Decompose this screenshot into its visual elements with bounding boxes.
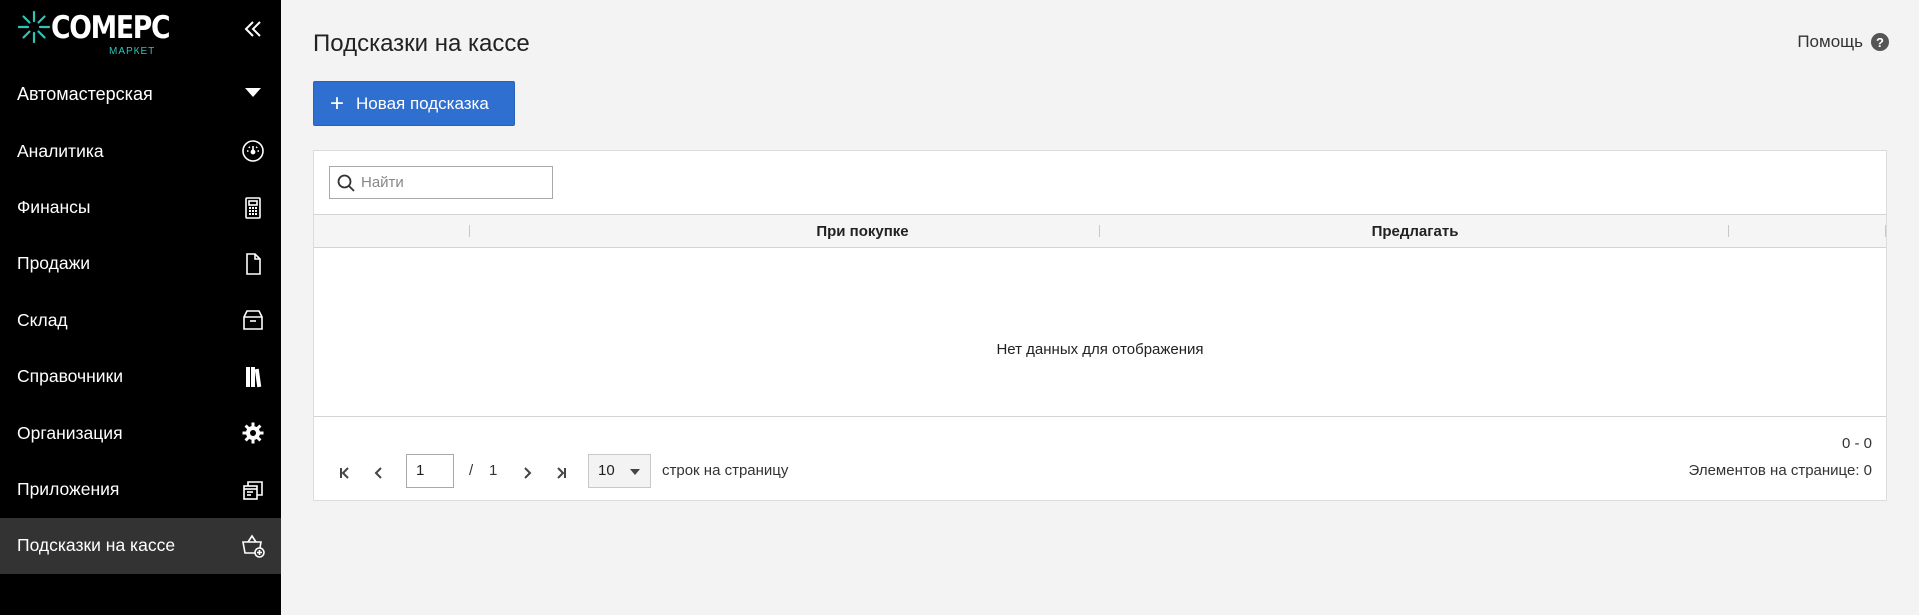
- main-content: Подсказки на кассе Помощь ? + Новая подс…: [281, 0, 1919, 615]
- column-separator[interactable]: [1885, 225, 1886, 237]
- new-hint-button-label: Новая подсказка: [356, 93, 489, 113]
- page-size-select[interactable]: 10: [588, 454, 651, 488]
- calculator-icon: [238, 193, 268, 223]
- sidebar-item-checkout-hints[interactable]: Подсказки на кассе: [0, 517, 281, 575]
- search-box[interactable]: [329, 166, 553, 199]
- page-size-label: строк на страницу: [662, 462, 789, 479]
- sidebar-item-label: Подсказки на кассе: [17, 535, 176, 556]
- double-chevron-left-icon: [244, 21, 261, 37]
- sidebar-item-label: Аналитика: [17, 140, 104, 161]
- search-input[interactable]: [361, 174, 541, 191]
- search-icon: [337, 174, 355, 192]
- sidebar-item-sales[interactable]: Продажи: [0, 236, 281, 292]
- caret-down-icon: [245, 88, 261, 97]
- last-page-icon: [557, 467, 566, 479]
- sidebar-item-label: Справочники: [17, 366, 124, 387]
- sidebar-item-warehouse[interactable]: Склад: [0, 292, 281, 348]
- previous-page-button[interactable]: [367, 461, 391, 485]
- next-page-button[interactable]: [515, 461, 539, 485]
- sidebar-nav: Аналитика Финансы Продажи Склад Справочн…: [0, 123, 281, 575]
- document-icon: [238, 249, 268, 279]
- gear-icon: [238, 418, 268, 448]
- items-per-page-info: Элементов на странице: 0: [1688, 462, 1872, 479]
- brand-name: COMEPC: [51, 10, 171, 46]
- brand-logo[interactable]: COMEPC МАРКЕТ: [17, 8, 217, 57]
- organization-name: Автомастерская: [17, 83, 153, 104]
- column-header-offer[interactable]: Предлагать: [1100, 215, 1730, 248]
- question-icon: ?: [1871, 33, 1889, 51]
- grid-header: При покупке Предлагать: [314, 214, 1886, 248]
- sidebar: COMEPC МАРКЕТ Автомастерская Аналитика Ф…: [0, 0, 281, 615]
- first-page-button[interactable]: [333, 461, 357, 485]
- new-hint-button[interactable]: + Новая подсказка: [313, 81, 515, 126]
- help-label: Помощь: [1797, 32, 1863, 51]
- pager: 1 / 1 10 строк на страницу 0 - 0 Элемент…: [314, 416, 1886, 501]
- total-pages: 1: [489, 462, 498, 479]
- last-page-button[interactable]: [549, 461, 573, 485]
- sidebar-item-label: Финансы: [17, 197, 91, 218]
- column-separator[interactable]: [1728, 225, 1729, 237]
- first-page-icon: [340, 467, 349, 479]
- sidebar-item-label: Склад: [17, 309, 68, 330]
- page-separator: /: [469, 462, 474, 479]
- hints-grid-panel: При покупке Предлагать Нет данных для от…: [313, 150, 1887, 501]
- sidebar-item-label: Организация: [17, 422, 123, 443]
- items-range: 0 - 0: [1841, 435, 1872, 452]
- caret-down-icon: [630, 469, 640, 475]
- sidebar-item-organization[interactable]: Организация: [0, 405, 281, 461]
- plus-icon: +: [330, 89, 345, 117]
- sidebar-item-finance[interactable]: Финансы: [0, 179, 281, 235]
- organization-selector[interactable]: Автомастерская: [0, 72, 281, 116]
- empty-grid-message: Нет данных для отображения: [996, 341, 1204, 358]
- chevron-right-icon: [524, 467, 532, 479]
- page-size-value: 10: [598, 462, 615, 479]
- sidebar-item-label: Продажи: [17, 253, 91, 274]
- brand-subtitle: МАРКЕТ: [109, 46, 156, 57]
- page-title: Подсказки на кассе: [313, 30, 530, 57]
- collapse-sidebar-button[interactable]: [238, 14, 268, 44]
- basket-plus-icon: [238, 531, 268, 561]
- sidebar-item-applications[interactable]: Приложения: [0, 461, 281, 517]
- windows-icon: [238, 475, 268, 505]
- chevron-left-icon: [374, 467, 382, 479]
- sidebar-item-analytics[interactable]: Аналитика: [0, 123, 281, 179]
- warehouse-box-icon: [238, 305, 268, 335]
- page-number-input[interactable]: 1: [406, 454, 454, 488]
- sidebar-item-label: Приложения: [17, 479, 120, 500]
- books-icon: [238, 362, 268, 392]
- speedometer-icon: [238, 136, 268, 166]
- sidebar-item-directories[interactable]: Справочники: [0, 349, 281, 405]
- logo-burst-icon: [17, 10, 51, 44]
- help-link[interactable]: Помощь ?: [1797, 32, 1889, 52]
